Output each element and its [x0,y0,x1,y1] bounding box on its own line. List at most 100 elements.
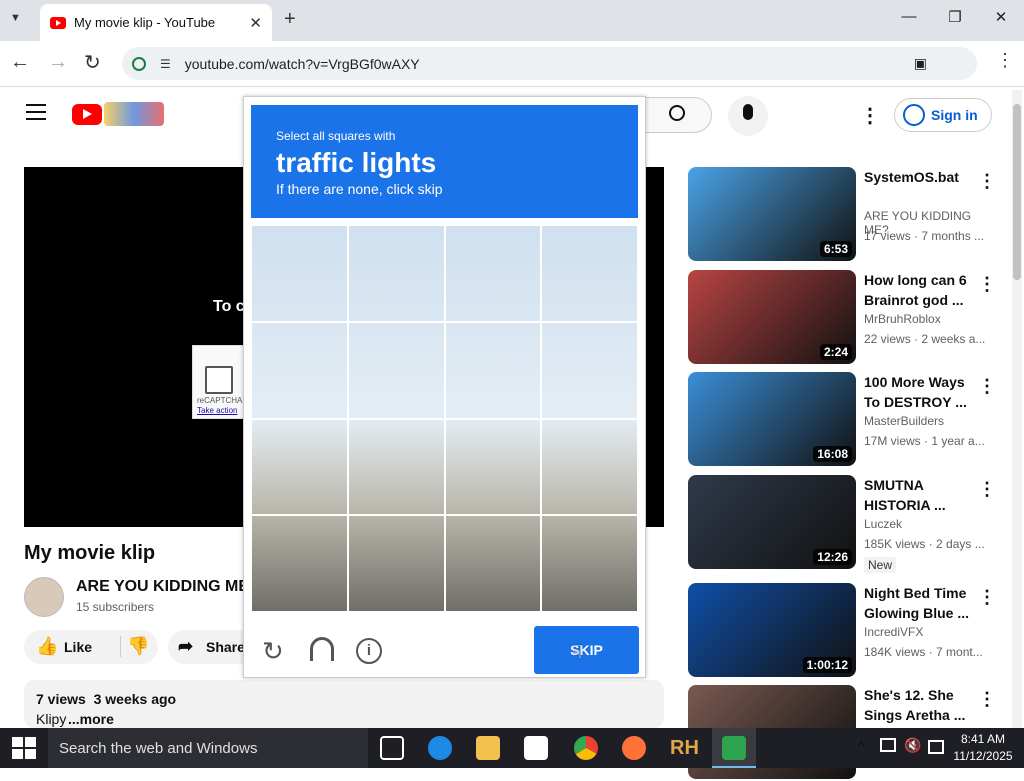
forward-icon[interactable]: → [48,51,68,74]
hamburger-menu-icon[interactable] [26,104,46,120]
video-thumbnail[interactable]: 6:53 [688,167,856,261]
minimize-icon[interactable]: — [894,8,924,32]
active-tab[interactable]: My movie klip - YouTube ✕ [40,4,272,41]
share-button[interactable]: ➦ Share [168,630,246,664]
like-button[interactable]: 👍 Like 👎 [24,630,158,664]
sign-in-button[interactable]: Sign in [894,98,992,132]
captcha-tile[interactable] [347,321,445,419]
video-card-menu-icon[interactable]: ⋮ [978,689,996,710]
video-card-title[interactable]: Night Bed Time Glowing Blue ... [864,583,974,623]
video-thumbnail[interactable]: 16:08 [688,372,856,466]
player-message: To c [213,298,245,315]
video-card[interactable]: 2:24 How long can 6 Brainrot god ... MrBru… [688,270,996,366]
video-card-menu-icon[interactable]: ⋮ [978,376,996,397]
captcha-tile[interactable] [347,225,445,322]
video-card-title[interactable]: 100 More Ways To DESTROY ... [864,372,974,412]
scrollbar-thumb[interactable] [1013,104,1021,280]
store-icon[interactable] [524,736,548,760]
captcha-tile[interactable] [541,225,638,322]
active-app-icon[interactable] [712,728,756,768]
taskbar-search[interactable]: Search the web and Windows [48,728,368,768]
settings-kebab-icon[interactable]: ⋮ [860,103,880,128]
video-card-channel[interactable]: Luczek [864,517,902,531]
page-scrollbar[interactable] [1012,90,1022,728]
network-icon[interactable] [880,738,896,752]
site-settings-icon[interactable]: ☰ [160,57,171,71]
skip-button[interactable]: SKIP [534,626,639,674]
video-card[interactable]: 1:00:12 Night Bed Time Glowing Blue ... In… [688,583,996,679]
start-windows-icon[interactable] [12,737,36,759]
install-app-icon[interactable]: ▣ [914,55,927,72]
captcha-tile[interactable] [251,418,348,516]
video-card-menu-icon[interactable]: ⋮ [978,274,996,295]
channel-avatar[interactable] [24,577,64,617]
captcha-tile[interactable] [541,321,638,419]
recaptcha-label: reCAPTCHA [197,396,243,405]
notifications-icon[interactable] [928,740,944,754]
video-thumbnail[interactable]: 1:00:12 [688,583,856,677]
video-thumbnail[interactable]: 2:24 [688,270,856,364]
reload-icon[interactable]: ↻ [84,50,101,75]
captcha-tile[interactable] [347,418,445,516]
captcha-info-icon[interactable]: i [356,638,382,664]
task-view-icon[interactable] [380,736,404,760]
youtube-favicon-icon [50,16,66,29]
more-link[interactable]: ...more [68,711,114,727]
site-security-icon[interactable] [132,56,146,71]
captcha-audio-icon[interactable] [310,637,334,661]
captcha-tile[interactable] [251,321,348,419]
search-box[interactable] [640,97,712,133]
video-card-channel[interactable]: MrBruhRoblox [864,312,941,326]
menu-kebab-icon[interactable]: ⋮ [996,50,1014,71]
video-card-menu-icon[interactable]: ⋮ [978,587,996,608]
channel-name[interactable]: ARE YOU KIDDING ME? [76,578,246,596]
description-box[interactable]: 7 views 3 weeks ago Klipy ...more [24,680,664,728]
clock-time: 8:41 AM [960,732,1006,746]
mic-icon[interactable] [728,96,768,136]
captcha-tile[interactable] [444,321,542,419]
video-card[interactable]: 6:53 SystemOS.bat ARE YOU KIDDING ME? 17 vi… [688,167,996,263]
captcha-reload-icon[interactable]: ↻ [262,636,284,667]
file-explorer-icon[interactable] [476,736,500,760]
doodle-logo-icon[interactable] [104,102,164,126]
video-card-title[interactable]: How long can 6 Brainrot god ... [864,270,974,310]
captcha-tile[interactable] [251,225,348,322]
new-tab-plus-icon[interactable]: + [284,8,296,31]
youtube-logo-icon[interactable] [72,104,102,125]
rh-app-icon[interactable]: RH [670,737,699,760]
video-card-title[interactable]: SystemOS.bat [864,167,974,187]
video-card[interactable]: 12:26 SMUTNA HISTORIA ... Luczek 185K views… [688,475,996,573]
video-card-channel[interactable]: MasterBuilders [864,414,944,428]
thumbs-down-icon[interactable]: 👎 [120,636,149,657]
tab-list-chevron-icon[interactable]: ▼ [10,12,21,24]
captcha-tile[interactable] [444,225,542,322]
firefox-icon[interactable] [622,736,646,760]
video-card-channel[interactable]: IncrediVFX [864,625,923,639]
sign-in-label: Sign in [931,107,978,123]
omnibox[interactable]: ☰ youtube.com/watch?v=VrgBGf0wAXY ▣ [122,47,977,80]
back-icon[interactable]: ← [10,51,30,74]
url-text[interactable]: youtube.com/watch?v=VrgBGf0wAXY [185,56,420,72]
video-thumbnail[interactable]: 12:26 [688,475,856,569]
captcha-tile[interactable] [444,418,542,516]
restore-icon[interactable]: ❐ [940,8,970,32]
captcha-tile[interactable] [541,515,638,612]
video-card-title[interactable]: She's 12. She Sings Aretha ... [864,685,974,725]
close-window-icon[interactable]: ✕ [986,8,1016,32]
captcha-tile[interactable] [541,418,638,516]
captcha-tile[interactable] [347,515,445,612]
recaptcha-checkbox[interactable] [205,366,233,394]
captcha-tile[interactable] [251,515,348,612]
clock[interactable]: 8:41 AM 11/12/2025 [950,731,1016,765]
chrome-icon[interactable] [574,736,598,760]
video-card-menu-icon[interactable]: ⋮ [978,171,996,192]
captcha-tile[interactable] [444,515,542,612]
video-card-title[interactable]: SMUTNA HISTORIA ... [864,475,974,515]
edge-icon[interactable] [428,736,452,760]
video-card[interactable]: 16:08 100 More Ways To DESTROY ... MasterB… [688,372,996,468]
volume-icon[interactable]: 🔇 [904,737,921,754]
show-hidden-icons-icon[interactable]: ^ [858,738,865,754]
tab-close-icon[interactable]: ✕ [249,14,262,32]
take-action-link[interactable]: Take action [197,406,243,415]
video-card-menu-icon[interactable]: ⋮ [978,479,996,500]
